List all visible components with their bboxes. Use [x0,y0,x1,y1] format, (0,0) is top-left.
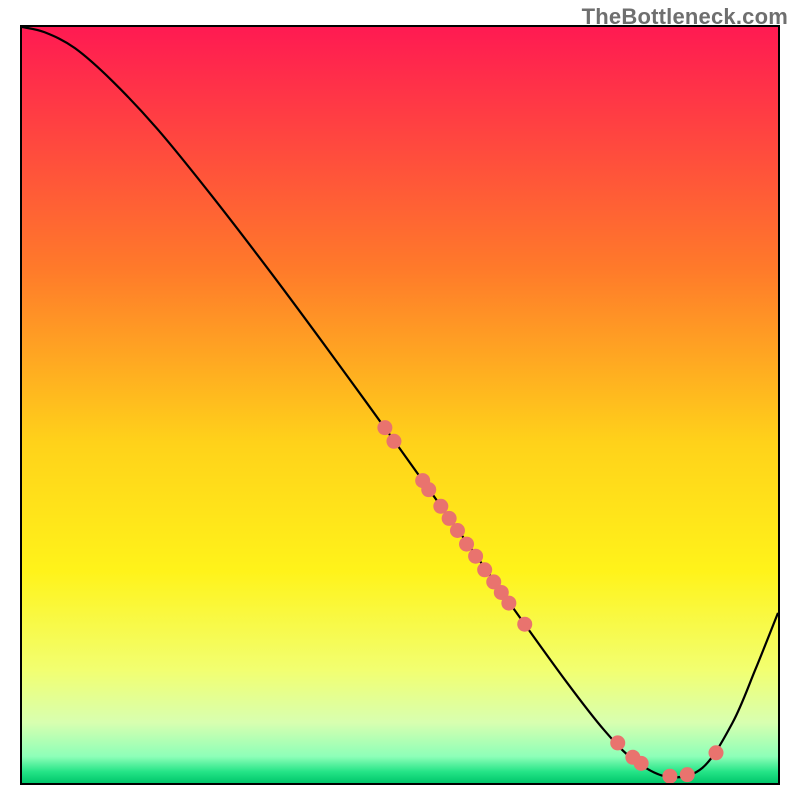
scatter-point [610,735,625,750]
plot-area [20,25,780,785]
scatter-point [377,420,392,435]
scatter-point [477,562,492,577]
scatter-point [468,549,483,564]
scatter-point [517,617,532,632]
scatter-point [421,482,436,497]
scatter-point [680,767,695,782]
scatter-point [433,499,448,514]
scatter-point [634,756,649,771]
scatter-point [709,745,724,760]
scatter-point [459,537,474,552]
scatter-point [386,434,401,449]
scatter-point [662,769,677,783]
chart-background [22,27,778,783]
scatter-point [442,511,457,526]
chart-svg [22,27,778,783]
chart-container: TheBottleneck.com [0,0,800,800]
scatter-point [501,596,516,611]
scatter-point [450,523,465,538]
